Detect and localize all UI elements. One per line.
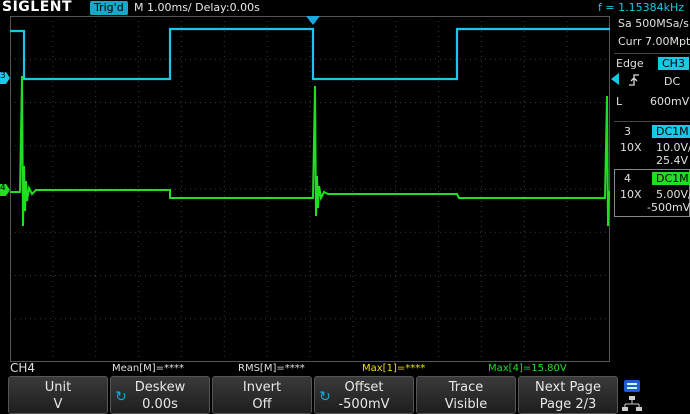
trigger-level-label: L: [616, 95, 623, 108]
deskew-softkey[interactable]: ↻ Deskew 0.00s: [110, 376, 210, 414]
ch3-offset: 25.4V: [656, 154, 689, 167]
ch4-info-panel[interactable]: 4 DC1M 10X 5.00V/ -500mV: [614, 169, 690, 217]
measurement-bar: CH4 Mean[M]=**** RMS[M]=**** Max[1]=****…: [0, 362, 690, 376]
next-page-softkey[interactable]: Next Page Page 2/3: [518, 376, 618, 414]
ch3-coupling-badge: DC1M: [652, 125, 690, 138]
rising-edge-icon: [629, 74, 639, 86]
timebase-readout: M 1.00ms/ Delay:0.00s: [134, 1, 260, 14]
ch3-info-panel[interactable]: 3 DC1M 10X 10.0V/ 25.4V: [614, 121, 690, 168]
acquisition-panel: Sa 500MSa/s Curr 7.00Mpts: [618, 17, 690, 53]
measure-source: CH4: [10, 361, 36, 375]
memory-depth: Curr 7.00Mpts: [618, 35, 690, 48]
offset-softkey[interactable]: ↻ Offset -500mV: [314, 376, 414, 414]
trigger-coupling: DC: [664, 75, 681, 88]
measure-max1: Max[1]=****: [362, 363, 426, 374]
trace-softkey[interactable]: Trace Visible: [416, 376, 516, 414]
ch4-probe: 10X: [620, 188, 642, 201]
trigger-type: Edge: [616, 57, 644, 70]
ch4-offset: -500mV: [647, 201, 690, 214]
ch3-scale: 10.0V/: [656, 141, 690, 154]
measure-max4: Max[4]=15.80V: [488, 363, 567, 374]
ch3-number: 3: [624, 125, 631, 138]
ch4-scale: 5.00V/: [656, 188, 690, 201]
trigger-source-badge: CH3: [658, 57, 689, 70]
trigger-panel[interactable]: Edge CH3 DC L 600mV: [614, 53, 690, 116]
ch3-probe: 10X: [620, 141, 642, 154]
invert-softkey[interactable]: Invert Off: [212, 376, 312, 414]
brand-logo: SIGLENT: [2, 0, 73, 15]
top-status-bar: SIGLENT Trig'd M 1.00ms/ Delay:0.00s f =…: [0, 0, 690, 16]
ch4-ground-marker[interactable]: 4: [0, 184, 10, 196]
network-icon: [622, 396, 642, 411]
softkey-bar: Unit V ↻ Deskew 0.00s Invert Off ↻ Offse…: [0, 376, 690, 414]
sample-rate: Sa 500MSa/s: [618, 17, 689, 30]
measure-mean: Mean[M]=****: [112, 363, 185, 374]
trigger-status-badge: Trig'd: [90, 1, 128, 15]
measure-rms: RMS[M]=****: [238, 363, 305, 374]
ch3-ground-marker[interactable]: 3: [0, 72, 10, 84]
trigger-level-value: 600mV: [650, 95, 690, 108]
frequency-counter: f = 1.15384kHz: [598, 1, 684, 14]
ch4-number: 4: [624, 172, 631, 185]
unit-softkey[interactable]: Unit V: [8, 376, 108, 414]
waveform-display[interactable]: [10, 16, 610, 362]
display-mode-icon[interactable]: [624, 380, 640, 392]
ch4-coupling-badge: DC1M: [652, 172, 690, 185]
trigger-position-marker: [306, 16, 320, 25]
